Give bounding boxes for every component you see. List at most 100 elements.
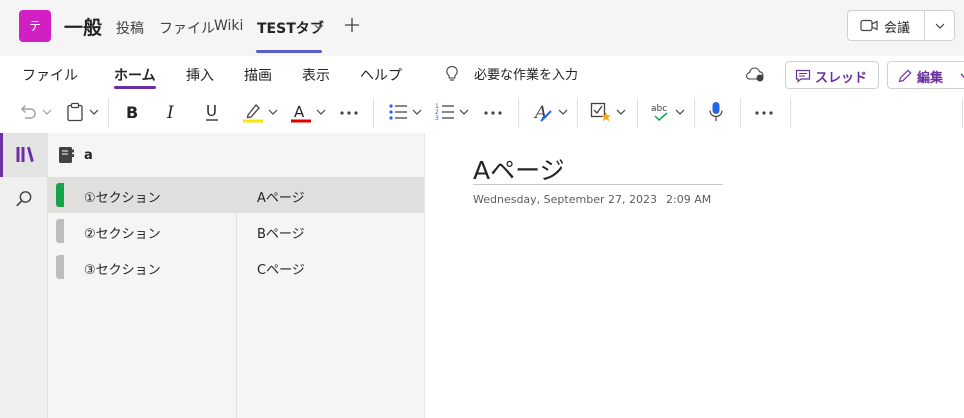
more-list-icon[interactable]: [483, 110, 503, 116]
font-color-chevron-down-icon[interactable]: [316, 109, 326, 115]
toolbar-divider: [962, 98, 963, 128]
paste-chevron-down-icon[interactable]: [89, 109, 99, 115]
styles-icon[interactable]: A: [532, 101, 554, 123]
highlighter-chevron-down-icon[interactable]: [268, 109, 278, 115]
page-date: Wednesday, September 27, 2023: [473, 193, 657, 206]
svg-text:A: A: [533, 103, 547, 123]
rail-active-indicator: [0, 133, 3, 177]
section-label: ③セクション: [84, 263, 161, 278]
ribbon-tab-view[interactable]: 表示: [302, 65, 330, 85]
section-color-tab: [56, 183, 64, 207]
highlighter-icon[interactable]: [242, 101, 264, 123]
search-icon[interactable]: [15, 190, 33, 208]
navigation-pane: a ①セクション ②セクション ③セクション Aページ Bページ Cページ: [48, 133, 425, 418]
left-rail: [0, 133, 48, 418]
more-format-icon[interactable]: [339, 110, 359, 116]
page-label: Aページ: [257, 191, 305, 206]
add-tab-icon[interactable]: [344, 17, 360, 33]
tab-files[interactable]: ファイル: [159, 18, 215, 38]
tag-checkbox-icon[interactable]: [590, 101, 612, 123]
toolbar-divider: [740, 98, 741, 128]
bullet-list-icon[interactable]: [388, 103, 408, 121]
toolbar-divider: [577, 98, 578, 128]
section-item-1[interactable]: ①セクション: [48, 177, 236, 213]
section-color-tab: [56, 219, 64, 243]
svg-text:I: I: [166, 103, 174, 121]
meet-divider: [924, 11, 925, 40]
spelling-chevron-down-icon[interactable]: [675, 109, 685, 115]
chat-bubble-icon: [795, 69, 811, 83]
tab-test-chevron-icon[interactable]: [314, 24, 324, 30]
page-title[interactable]: Aページ: [473, 151, 565, 187]
bold-icon[interactable]: B: [124, 103, 140, 121]
toolbar-divider: [637, 98, 638, 128]
font-color-icon[interactable]: A: [290, 101, 312, 123]
underline-icon[interactable]: U: [204, 102, 220, 122]
page-item-3[interactable]: Cページ: [237, 249, 425, 285]
title-underline: [473, 184, 723, 185]
video-camera-icon: [860, 19, 878, 32]
numbered-list-chevron-down-icon[interactable]: [459, 109, 469, 115]
toolbar-divider: [373, 98, 374, 128]
section-item-3[interactable]: ③セクション: [48, 249, 236, 285]
tell-me-search[interactable]: 必要な作業を入力: [474, 64, 578, 83]
toolbar-divider: [694, 98, 695, 128]
cloud-sync-icon[interactable]: [745, 66, 765, 82]
more-options-icon[interactable]: [754, 110, 774, 116]
ribbon-tab-insert[interactable]: 挿入: [186, 65, 214, 85]
meet-button[interactable]: 会議: [847, 10, 955, 41]
ribbon-active-indicator: [114, 86, 156, 89]
tab-wiki[interactable]: Wiki: [214, 18, 243, 34]
page-label: Bページ: [257, 227, 305, 242]
undo-icon[interactable]: [18, 103, 38, 121]
thread-label: スレッド: [815, 71, 868, 86]
notebook-icon: [59, 147, 74, 163]
page-label: Cページ: [257, 263, 305, 278]
svg-text:U: U: [206, 102, 217, 120]
pencil-icon: [898, 69, 912, 83]
spelling-icon[interactable]: abc: [650, 101, 672, 123]
ribbon-tab-home[interactable]: ホーム: [114, 65, 156, 85]
edit-chevron-down-icon: [960, 73, 964, 78]
ribbon-tab-help[interactable]: ヘルプ: [360, 65, 402, 85]
page-item-1[interactable]: Aページ: [237, 177, 425, 213]
toolbar-divider: [518, 98, 519, 128]
svg-text:B: B: [126, 103, 138, 121]
ribbon: ファイル ホーム 挿入 描画 表示 ヘルプ 必要な作業を入力 スレッド 編集 B…: [0, 56, 964, 134]
bullet-list-chevron-down-icon[interactable]: [412, 109, 422, 115]
lightbulb-icon: [446, 65, 458, 81]
styles-chevron-down-icon[interactable]: [558, 109, 568, 115]
channel-header: テ 一般 投稿 ファイル Wiki TESTタブ 会議: [0, 0, 964, 56]
tag-chevron-down-icon[interactable]: [616, 109, 626, 115]
svg-text:abc: abc: [651, 104, 667, 114]
page-list: Aページ Bページ Cページ: [236, 177, 425, 418]
microphone-icon[interactable]: [707, 101, 725, 123]
tab-posts[interactable]: 投稿: [116, 18, 144, 38]
svg-text:3: 3: [435, 115, 439, 122]
meet-chevron-down-icon[interactable]: [935, 23, 945, 29]
toolbar-divider: [790, 98, 791, 128]
meet-label: 会議: [884, 21, 911, 36]
edit-button[interactable]: 編集: [887, 61, 964, 89]
channel-name: 一般: [64, 17, 103, 39]
numbered-list-icon[interactable]: 1 2 3: [435, 102, 455, 122]
notebooks-button[interactable]: [0, 133, 48, 177]
edit-label: 編集: [917, 71, 944, 86]
undo-chevron-down-icon[interactable]: [42, 109, 52, 115]
page-item-2[interactable]: Bページ: [237, 213, 425, 249]
svg-text:A: A: [294, 103, 305, 121]
active-tab-indicator: [256, 50, 322, 53]
section-color-tab: [56, 255, 64, 279]
thread-button[interactable]: スレッド: [785, 61, 879, 89]
page-canvas[interactable]: Aページ Wednesday, September 27, 2023 2:09 …: [424, 133, 964, 418]
clipboard-icon[interactable]: [66, 102, 84, 122]
ribbon-tab-draw[interactable]: 描画: [244, 65, 272, 85]
notebook-title[interactable]: a: [84, 148, 93, 163]
team-avatar[interactable]: テ: [19, 10, 51, 42]
toolbar-divider: [108, 98, 109, 128]
section-label: ②セクション: [84, 227, 161, 242]
italic-icon[interactable]: I: [165, 103, 179, 121]
page-time: 2:09 AM: [666, 193, 712, 206]
section-item-2[interactable]: ②セクション: [48, 213, 236, 249]
ribbon-tab-file[interactable]: ファイル: [22, 65, 78, 85]
